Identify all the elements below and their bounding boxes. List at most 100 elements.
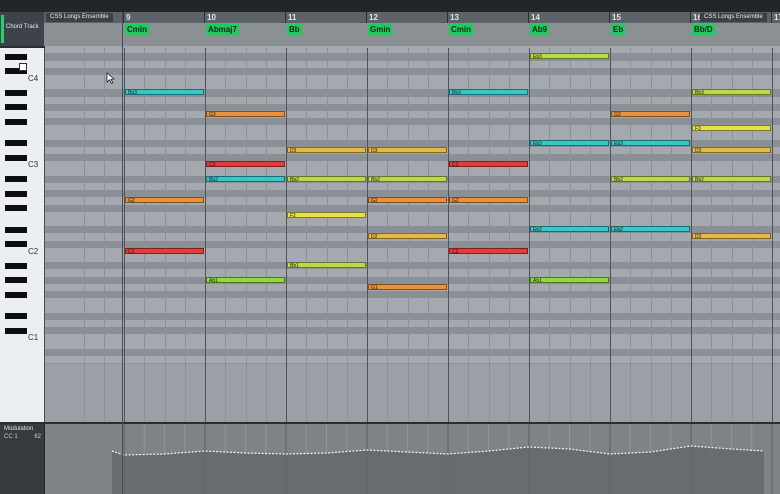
region-name-label[interactable]: CSS Longs Ensemble: [46, 13, 113, 22]
midi-note[interactable]: Bb3: [125, 89, 204, 96]
bar-tick: [609, 12, 610, 23]
octave-label: C2: [28, 246, 39, 256]
midi-note[interactable]: C2: [449, 247, 528, 254]
midi-note[interactable]: D2: [368, 233, 447, 240]
active-key-indicator: [19, 63, 27, 71]
black-key[interactable]: [5, 90, 27, 96]
black-key[interactable]: [5, 291, 27, 298]
chord-event[interactable]: Bb: [287, 24, 302, 35]
bar-number: 9: [126, 13, 131, 22]
modulation-lane[interactable]: [45, 424, 780, 494]
chord-track-label: Chord Track: [6, 24, 39, 30]
bar-number: 13: [450, 13, 459, 22]
bar-tick: [447, 12, 448, 23]
chord-event[interactable]: Abmaj7: [206, 24, 239, 35]
beat-line: [326, 48, 328, 422]
midi-note[interactable]: Bb1: [287, 262, 366, 269]
black-key[interactable]: [5, 262, 27, 269]
chord-event[interactable]: Cmin: [449, 24, 473, 35]
black-key[interactable]: [5, 226, 27, 233]
beat-line: [589, 48, 591, 422]
black-key[interactable]: [5, 176, 27, 183]
midi-note[interactable]: G2: [125, 197, 204, 204]
playback-cursor[interactable]: [122, 12, 123, 494]
midi-note[interactable]: D2: [692, 233, 771, 240]
midi-note[interactable]: Bb2: [692, 175, 771, 182]
midi-note[interactable]: Ab1: [206, 276, 285, 283]
black-key[interactable]: [5, 118, 27, 125]
black-key[interactable]: [5, 104, 27, 111]
beat-line: [306, 48, 308, 422]
midi-note[interactable]: Bb3: [449, 89, 528, 96]
note-grid[interactable]: C2 G2 Bb3 Ab1 Bb2 C3 G3 Bb1 F2 Bb2 D3 G1 D2 G2 Bb2 D3 C2…: [45, 46, 780, 422]
chord-track-header[interactable]: Chord Track: [0, 12, 45, 46]
midi-note[interactable]: Eb3: [530, 53, 609, 60]
midi-note[interactable]: F3: [692, 125, 771, 132]
midi-note[interactable]: G2: [368, 197, 447, 204]
midi-note[interactable]: Eb2: [530, 226, 609, 233]
midi-note[interactable]: Bb2: [368, 175, 447, 182]
beat-line: [569, 48, 571, 422]
midi-note[interactable]: D3: [692, 147, 771, 153]
midi-note[interactable]: G1: [368, 283, 447, 290]
midi-note[interactable]: Eb2: [611, 226, 690, 233]
bar-line: [772, 48, 773, 422]
midi-note[interactable]: Eb3: [611, 139, 690, 146]
midi-note[interactable]: G2: [449, 197, 528, 204]
controller-number[interactable]: CC 1: [4, 434, 18, 440]
track-color-bar: [1, 15, 4, 43]
bar-tick: [528, 12, 529, 23]
midi-note[interactable]: C3: [449, 161, 528, 168]
bar-tick: [285, 12, 286, 23]
midi-note[interactable]: C3: [206, 161, 285, 168]
bar-number: 11: [288, 13, 297, 22]
bar-tick: [123, 12, 124, 23]
chord-event[interactable]: Cmin: [125, 24, 149, 35]
black-key[interactable]: [5, 277, 27, 284]
beat-line: [83, 48, 85, 422]
black-key[interactable]: [5, 241, 27, 248]
region-name-label[interactable]: CSS Longs Ensemble: [700, 13, 767, 22]
chord-event[interactable]: Ab9: [530, 24, 550, 35]
midi-note[interactable]: D3: [287, 147, 366, 153]
black-key[interactable]: [5, 54, 27, 60]
midi-note[interactable]: G3: [206, 111, 285, 117]
beat-line: [346, 48, 348, 422]
midi-note[interactable]: D3: [368, 147, 447, 153]
midi-note[interactable]: Bb2: [611, 175, 690, 182]
chord-event[interactable]: Eb: [611, 24, 626, 35]
chord-event[interactable]: Bb/D: [692, 24, 715, 35]
bar-line: [610, 48, 611, 422]
beat-line: [144, 48, 146, 422]
top-bar: [0, 0, 780, 12]
midi-note[interactable]: Bb2: [206, 175, 285, 182]
midi-note[interactable]: Bb2: [287, 175, 366, 182]
black-key[interactable]: [5, 140, 27, 147]
beat-line: [650, 48, 652, 422]
bar-line: [205, 48, 206, 422]
black-key[interactable]: [5, 154, 27, 161]
controller-value: 62: [34, 434, 41, 440]
beat-line: [508, 48, 510, 422]
midi-note[interactable]: Bb3: [692, 89, 771, 96]
midi-note[interactable]: Eb3: [530, 139, 609, 146]
bar-line: [448, 48, 449, 422]
chord-track-lane[interactable]: Cmin Abmaj7 Bb Gmin Cmin Ab9 Eb Bb/D: [44, 23, 780, 48]
chord-event[interactable]: Gmin: [368, 24, 393, 35]
black-key[interactable]: [5, 327, 27, 334]
black-key[interactable]: [5, 190, 27, 197]
piano-keyboard[interactable]: C4 C3 C2 C1: [0, 48, 45, 422]
beat-line: [245, 48, 247, 422]
modulation-lane-header[interactable]: Modulation CC 1 62: [0, 424, 45, 494]
midi-note[interactable]: F2: [287, 211, 366, 218]
bar-tick: [366, 12, 367, 23]
beat-line: [468, 48, 470, 422]
bar-number: 15: [612, 13, 621, 22]
midi-note[interactable]: G3: [611, 111, 690, 117]
midi-note[interactable]: C2: [125, 247, 204, 254]
midi-note[interactable]: Ab1: [530, 276, 609, 283]
modulation-curve[interactable]: [45, 424, 780, 494]
beat-line: [265, 48, 267, 422]
black-key[interactable]: [5, 313, 27, 320]
black-key[interactable]: [5, 205, 27, 212]
